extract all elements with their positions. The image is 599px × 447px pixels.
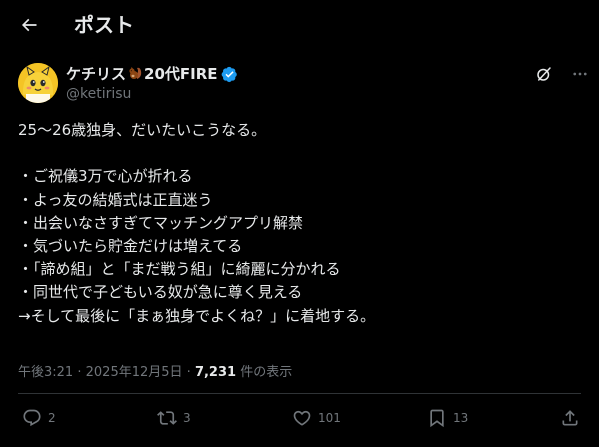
more-button[interactable] — [570, 64, 590, 84]
like-icon — [293, 410, 311, 426]
bookmark-button[interactable]: 13 — [427, 408, 468, 428]
tweet-line: ・よっ友の結婚式は正直迷う — [18, 190, 213, 209]
grok-icon — [537, 67, 551, 81]
tweet-line: ・気づいたら貯金だけは増えてる — [18, 236, 243, 255]
author-block: ケチリス 20代FIRE @ketirisu — [66, 64, 238, 102]
views-label: 件の表示 — [240, 365, 293, 380]
reply-count: 2 — [48, 411, 56, 425]
author-name-prefix: ケチリス — [66, 65, 127, 84]
author-name-row[interactable]: ケチリス 20代FIRE — [66, 64, 238, 84]
arrow-left-icon — [21, 18, 37, 32]
author-name[interactable]: ケチリス 20代FIRE — [66, 63, 218, 85]
page-title: ポスト — [74, 13, 134, 37]
header: ポスト — [0, 0, 599, 52]
tweet-text: 25〜26歳独身、だいたいこうなる。 ・ご祝儀3万で心が折れる ・よっ友の結婚式… — [18, 119, 578, 328]
tweet-line: →そして最後に「まぁ独身でよくね？」に着地する。 — [18, 306, 376, 325]
repost-count: 3 — [183, 411, 191, 425]
meta-separator: · — [186, 365, 191, 380]
tweet-line: ・出会いなさすぎてマッチングアプリ解禁 — [18, 213, 304, 232]
author-name-suffix: 20代FIRE — [144, 65, 218, 84]
divider — [18, 393, 581, 394]
more-icon — [573, 72, 587, 76]
repost-button[interactable]: 3 — [157, 408, 191, 428]
like-count: 101 — [318, 411, 341, 425]
share-icon — [562, 410, 578, 426]
bookmark-icon — [430, 409, 444, 428]
views-count[interactable]: 7,231 — [195, 365, 236, 380]
reply-icon — [23, 409, 41, 427]
share-button[interactable] — [560, 408, 580, 428]
tweet-line — [18, 142, 578, 165]
repost-icon — [157, 411, 177, 425]
tweet-date[interactable]: 2025年12月5日 — [86, 365, 183, 380]
tweet-line: ・同世代で子どもいる奴が急に尊く見える — [18, 283, 303, 302]
back-button[interactable] — [16, 12, 42, 38]
top-actions — [534, 64, 590, 84]
tweet-line: ・「諦め組」と「まだ戦う組」に綺麗に分かれる — [18, 260, 341, 279]
verified-badge-icon — [221, 66, 238, 83]
squirrel-emoji-icon — [127, 65, 143, 85]
tweet-line: 25〜26歳独身、だいたいこうなる。 — [18, 121, 267, 139]
action-bar: 2 3 101 13 — [0, 408, 599, 432]
tweet-meta: 午後3:21 · 2025年12月5日 · 7,231 件の表示 — [18, 361, 292, 380]
tweet-time[interactable]: 午後3:21 — [18, 365, 73, 380]
bookmark-count: 13 — [453, 411, 469, 425]
meta-separator: · — [77, 365, 82, 380]
reply-button[interactable]: 2 — [22, 408, 56, 428]
avatar[interactable] — [18, 63, 58, 103]
squirrel-avatar-icon — [18, 63, 58, 103]
grok-button[interactable] — [534, 64, 554, 84]
like-button[interactable]: 101 — [292, 408, 341, 428]
author-handle[interactable]: @ketirisu — [66, 86, 238, 102]
tweet-line: ・ご祝儀3万で心が折れる — [18, 167, 193, 186]
